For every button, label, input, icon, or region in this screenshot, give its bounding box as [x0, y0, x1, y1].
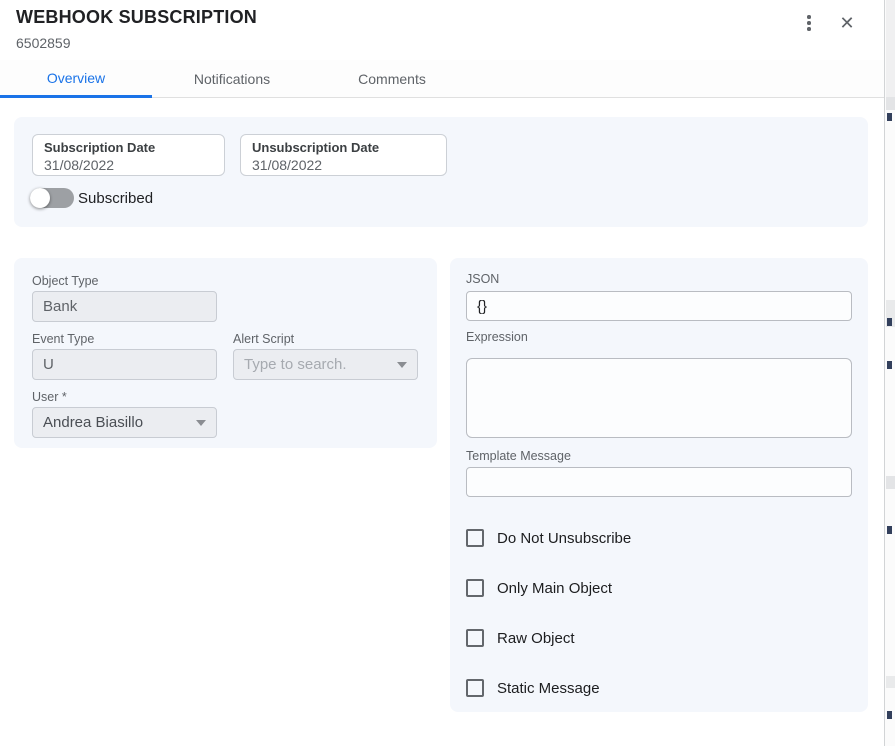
expression-label: Expression: [466, 330, 528, 344]
checkbox-icon[interactable]: [466, 529, 484, 547]
checkbox-static-message[interactable]: Static Message: [466, 679, 600, 697]
user-label: User *: [32, 390, 67, 404]
tab-overview[interactable]: Overview: [0, 60, 152, 98]
checkbox-label: Do Not Unsubscribe: [497, 530, 631, 547]
subscribed-toggle-label: Subscribed: [78, 190, 153, 207]
unsubscription-date-value: 31/08/2022: [252, 157, 435, 173]
checkbox-only-main-object[interactable]: Only Main Object: [466, 579, 612, 597]
checkbox-do-not-unsubscribe[interactable]: Do Not Unsubscribe: [466, 529, 631, 547]
tab-notifications[interactable]: Notifications: [152, 60, 312, 98]
checkbox-label: Static Message: [497, 680, 600, 697]
webhook-subscription-panel: WEBHOOK SUBSCRIPTION 6502859 ✕ Overview …: [0, 0, 884, 746]
details-card: Object Type Event Type Alert Script Type…: [14, 258, 437, 448]
event-type-input[interactable]: [32, 349, 217, 380]
object-type-label: Object Type: [32, 274, 98, 288]
subscription-date-value: 31/08/2022: [44, 157, 213, 173]
message-card: JSON Expression Template Message Do Not …: [450, 258, 868, 712]
checkbox-icon[interactable]: [466, 629, 484, 647]
page-title: WEBHOOK SUBSCRIPTION: [16, 7, 257, 28]
user-select[interactable]: Andrea Biasillo: [32, 407, 217, 438]
json-label: JSON: [466, 272, 499, 286]
json-input[interactable]: [466, 291, 852, 321]
chevron-down-icon: [196, 420, 206, 426]
subscription-card: Subscription Date 31/08/2022 Unsubscript…: [14, 117, 868, 227]
event-type-label: Event Type: [32, 332, 94, 346]
checkbox-label: Only Main Object: [497, 580, 612, 597]
unsubscription-date-label: Unsubscription Date: [252, 140, 435, 156]
background-page-edge: [884, 0, 895, 746]
object-type-input[interactable]: [32, 291, 217, 322]
alert-script-placeholder: Type to search.: [244, 356, 397, 373]
checkbox-raw-object[interactable]: Raw Object: [466, 629, 575, 647]
checkbox-label: Raw Object: [497, 630, 575, 647]
alert-script-select[interactable]: Type to search.: [233, 349, 418, 380]
tab-bar: Overview Notifications Comments: [0, 60, 884, 98]
subscription-date-label: Subscription Date: [44, 140, 213, 156]
checkbox-icon[interactable]: [466, 679, 484, 697]
checkbox-icon[interactable]: [466, 579, 484, 597]
template-message-label: Template Message: [466, 449, 571, 463]
template-message-input[interactable]: [466, 467, 852, 497]
record-id: 6502859: [16, 35, 71, 51]
unsubscription-date-field[interactable]: Unsubscription Date 31/08/2022: [240, 134, 447, 176]
kebab-menu-icon[interactable]: [796, 10, 822, 36]
user-value: Andrea Biasillo: [43, 414, 196, 431]
expression-textarea[interactable]: [466, 358, 852, 438]
alert-script-label: Alert Script: [233, 332, 294, 346]
toggle-knob: [30, 188, 50, 208]
tab-comments[interactable]: Comments: [312, 60, 472, 98]
chevron-down-icon: [397, 362, 407, 368]
close-icon[interactable]: ✕: [834, 10, 860, 36]
subscription-date-field[interactable]: Subscription Date 31/08/2022: [32, 134, 225, 176]
subscribed-toggle[interactable]: [30, 188, 74, 208]
